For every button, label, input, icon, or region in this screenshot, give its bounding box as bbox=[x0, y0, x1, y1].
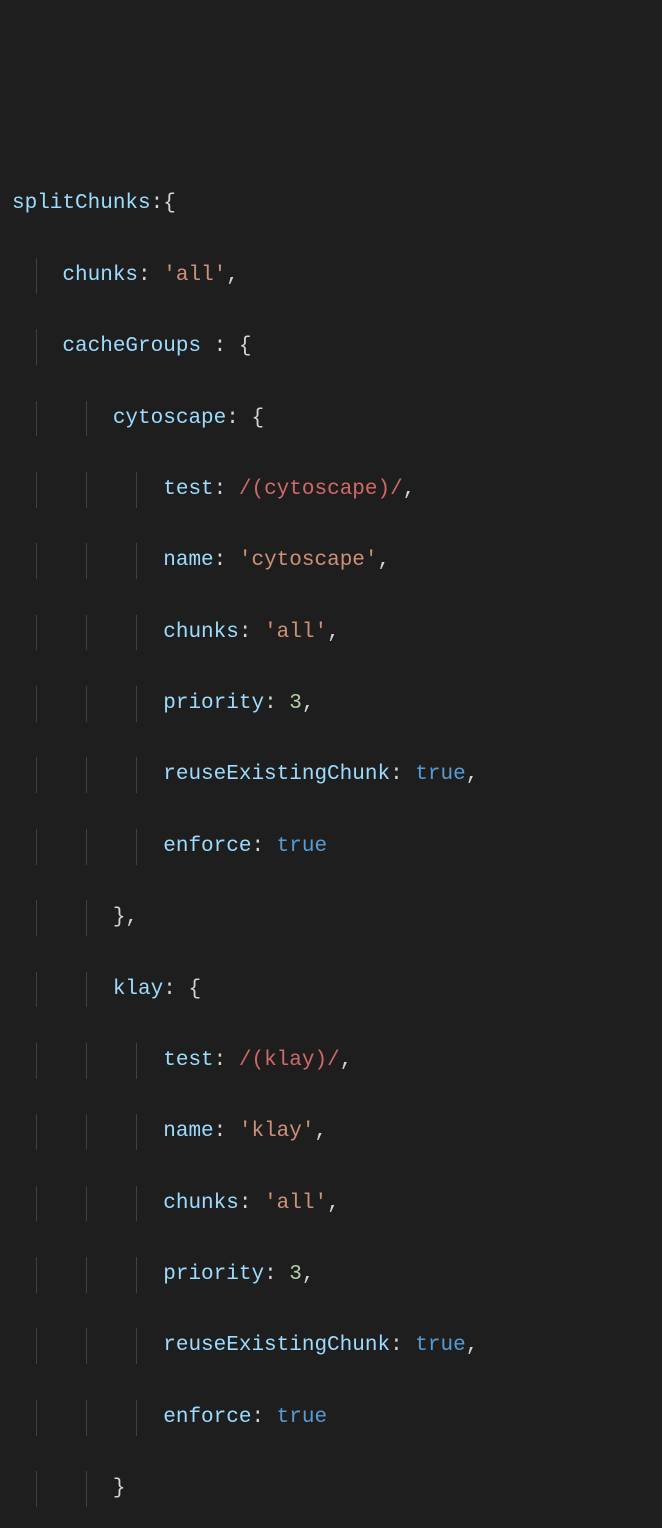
number: 3 bbox=[289, 1263, 302, 1286]
property: test bbox=[163, 478, 213, 501]
string: 'klay' bbox=[239, 1120, 315, 1143]
string: 'all' bbox=[264, 621, 327, 644]
code-line: splitChunks:{ bbox=[12, 186, 650, 222]
property: klay bbox=[113, 978, 163, 1001]
property: chunks bbox=[163, 1192, 239, 1215]
property: splitChunks bbox=[12, 192, 151, 215]
code-line: priority: 3, bbox=[12, 686, 650, 722]
code-line: klay: { bbox=[12, 972, 650, 1008]
code-line: name: 'cytoscape', bbox=[12, 543, 650, 579]
code-line: priority: 3, bbox=[12, 1257, 650, 1293]
string: 'all' bbox=[163, 264, 226, 287]
code-line: cytoscape: { bbox=[12, 401, 650, 437]
regex: /(klay)/ bbox=[239, 1049, 340, 1072]
property: name bbox=[163, 549, 213, 572]
keyword: true bbox=[415, 1334, 465, 1357]
property: priority bbox=[163, 1263, 264, 1286]
property: name bbox=[163, 1120, 213, 1143]
code-editor[interactable]: splitChunks:{ chunks: 'all', cacheGroups… bbox=[12, 151, 650, 1528]
property: priority bbox=[163, 692, 264, 715]
property: enforce bbox=[163, 835, 251, 858]
property: test bbox=[163, 1049, 213, 1072]
code-line: chunks: 'all', bbox=[12, 258, 650, 294]
code-line: chunks: 'all', bbox=[12, 615, 650, 651]
property: chunks bbox=[62, 264, 138, 287]
number: 3 bbox=[289, 692, 302, 715]
property: reuseExistingChunk bbox=[163, 763, 390, 786]
property: cacheGroups bbox=[62, 335, 201, 358]
property: enforce bbox=[163, 1406, 251, 1429]
code-line: test: /(cytoscape)/, bbox=[12, 472, 650, 508]
string: 'all' bbox=[264, 1192, 327, 1215]
regex: /(cytoscape)/ bbox=[239, 478, 403, 501]
property: cytoscape bbox=[113, 407, 226, 430]
code-line: reuseExistingChunk: true, bbox=[12, 1328, 650, 1364]
keyword: true bbox=[415, 763, 465, 786]
keyword: true bbox=[277, 835, 327, 858]
bracket: }, bbox=[113, 906, 138, 929]
code-line: test: /(klay)/, bbox=[12, 1043, 650, 1079]
string: 'cytoscape' bbox=[239, 549, 378, 572]
bracket: } bbox=[113, 1477, 126, 1500]
bracket: :{ bbox=[151, 192, 176, 215]
code-line: name: 'klay', bbox=[12, 1114, 650, 1150]
property: chunks bbox=[163, 621, 239, 644]
code-line: reuseExistingChunk: true, bbox=[12, 757, 650, 793]
code-line: cacheGroups : { bbox=[12, 329, 650, 365]
property: reuseExistingChunk bbox=[163, 1334, 390, 1357]
code-line: chunks: 'all', bbox=[12, 1186, 650, 1222]
code-line: enforce: true bbox=[12, 1400, 650, 1436]
keyword: true bbox=[277, 1406, 327, 1429]
code-line: }, bbox=[12, 900, 650, 936]
code-line: enforce: true bbox=[12, 829, 650, 865]
code-line: } bbox=[12, 1471, 650, 1507]
